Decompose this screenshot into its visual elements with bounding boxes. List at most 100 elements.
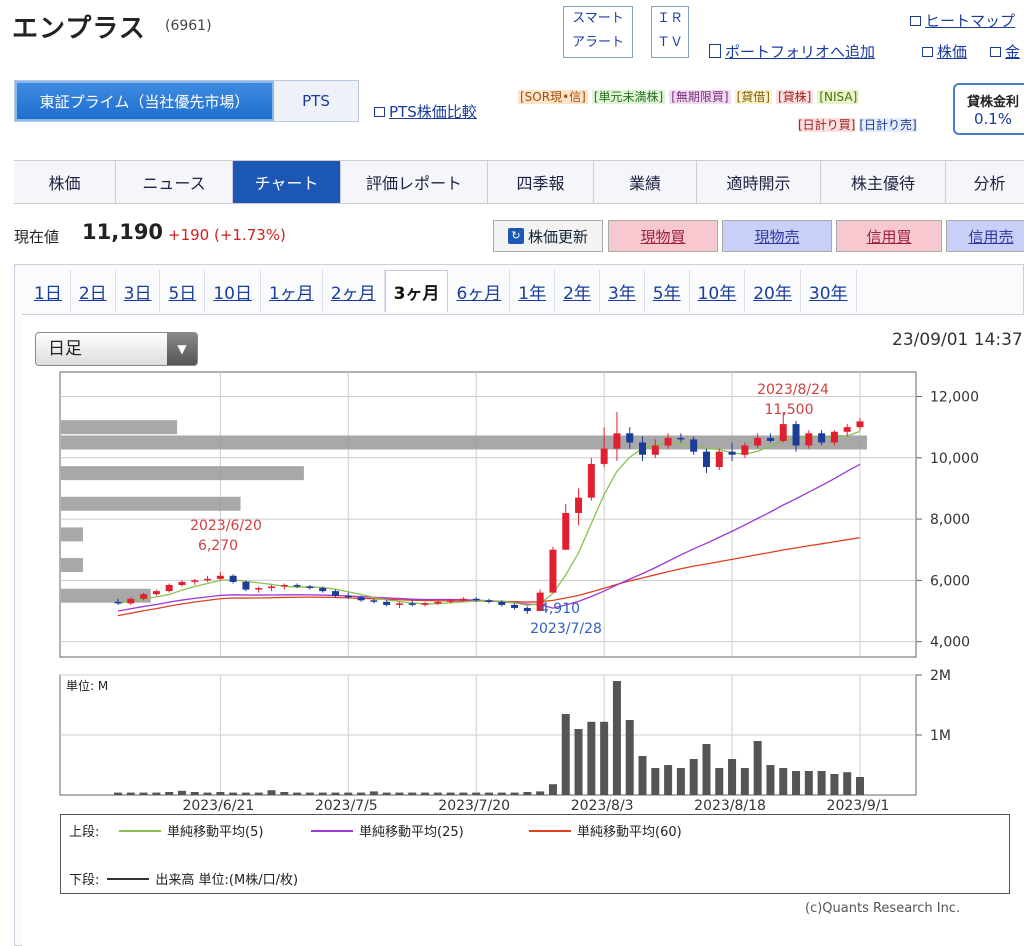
candle-body [370, 600, 378, 602]
volume-bar [280, 792, 289, 795]
volume-bar [830, 774, 839, 795]
volume-bar [408, 792, 417, 795]
volume-bar [305, 792, 314, 795]
candle-body [204, 578, 212, 581]
candle-body [127, 598, 135, 604]
candle-body [395, 603, 403, 605]
candle-body [664, 437, 672, 446]
legend-ma5: 単純移動平均(5) [167, 825, 264, 840]
candle-body [741, 445, 749, 455]
volume-bar [395, 792, 404, 795]
candle-body [459, 598, 467, 601]
volume-profile-bar [61, 527, 83, 542]
candle-body [306, 586, 314, 589]
volume-bar [804, 771, 813, 795]
volume-bar [817, 771, 826, 795]
volume-bar [587, 721, 596, 795]
candle-body [626, 433, 634, 443]
volume-bar [843, 772, 852, 795]
legend-ma60-swatch [529, 829, 571, 832]
candle-body [511, 604, 519, 608]
volume-bar [548, 784, 557, 795]
volume-bar [241, 792, 250, 795]
volume-bar [152, 792, 161, 795]
candle-body [613, 433, 621, 449]
volume-bar [293, 792, 302, 795]
low-date-label: 2023/7/28 [530, 621, 602, 637]
volume-bar [421, 792, 430, 795]
candle-body [779, 424, 787, 441]
volume-bar [536, 791, 545, 795]
volume-bar [114, 792, 122, 795]
date-tick-label: 2023/8/3 [571, 798, 634, 814]
date-tick-label: 2023/6/21 [182, 798, 254, 814]
volume-bar [497, 792, 506, 795]
candle-body [523, 607, 531, 612]
legend-lower-label: 下段: [69, 873, 100, 888]
candle-body [408, 603, 416, 605]
volume-profile-bar [61, 496, 241, 511]
candle-body [485, 600, 493, 602]
price-chart: 12,000 10,000 8,000 6,000 4,000 2M 1M 単位: M 2023… [59, 371, 979, 814]
volume-bar [190, 792, 199, 795]
volume-bar [766, 765, 775, 795]
volume-bar [715, 768, 724, 795]
date-tick-label: 2023/7/20 [438, 798, 510, 814]
candle-body [255, 588, 263, 590]
candle-body [229, 575, 237, 582]
candle-body [792, 424, 800, 446]
candle-body [843, 427, 851, 432]
volume-profile-bar [61, 558, 83, 573]
volume-bar [753, 741, 762, 795]
candle-body [268, 586, 276, 589]
legend-ma60: 単純移動平均(60) [577, 825, 682, 840]
price-tick-label: 8,000 [930, 512, 970, 528]
candle-body [639, 442, 647, 455]
candle-body [754, 437, 762, 446]
candle-body [140, 594, 148, 599]
volume-profile-bar [61, 466, 304, 481]
candle-body [178, 581, 186, 585]
volume-bar [139, 792, 148, 795]
volume-profile-bar [61, 588, 151, 603]
candle-body [805, 433, 813, 446]
volume-unit-label: 単位: M [66, 678, 108, 693]
candle-body [587, 463, 595, 498]
volume-bar [203, 792, 212, 795]
volume-bar [318, 792, 327, 795]
date-tick-label: 2023/7/5 [315, 798, 378, 814]
candle-body [447, 600, 455, 602]
volume-profile-bar [61, 420, 178, 435]
candle-body [357, 597, 365, 601]
mid-value-label: 6,270 [198, 538, 238, 554]
volume-tick-label: 2M [930, 668, 951, 684]
candle-body [651, 445, 659, 455]
volume-bar [561, 714, 570, 795]
candle-body [242, 581, 250, 590]
volume-bar [331, 792, 340, 795]
candle-body [562, 512, 570, 550]
mid-date-label: 2023/6/20 [190, 518, 262, 534]
volume-bar [382, 792, 391, 795]
volume-bar [446, 792, 455, 795]
candle-body [280, 584, 288, 587]
volume-bar [740, 768, 749, 795]
candle-body [600, 448, 608, 464]
volume-bar [369, 791, 378, 795]
candle-body [830, 431, 838, 443]
price-tick-label: 4,000 [930, 635, 970, 651]
volume-bar [216, 792, 225, 795]
high-value-label: 11,500 [765, 402, 814, 418]
candle-body [677, 437, 685, 440]
candle-body [728, 451, 736, 455]
volume-bar [523, 792, 532, 795]
candle-body [549, 549, 557, 593]
candle-body [152, 591, 160, 595]
volume-bar [574, 729, 583, 795]
price-tick-label: 10,000 [930, 451, 979, 467]
candle-body [319, 588, 327, 592]
candle-body [702, 451, 710, 467]
chart-legend: 上段: 単純移動平均(5) 単純移動平均(25) 単純移動平均(60) 下段: … [60, 814, 1010, 894]
volume-bar [357, 792, 366, 795]
volume-bar [165, 792, 174, 795]
